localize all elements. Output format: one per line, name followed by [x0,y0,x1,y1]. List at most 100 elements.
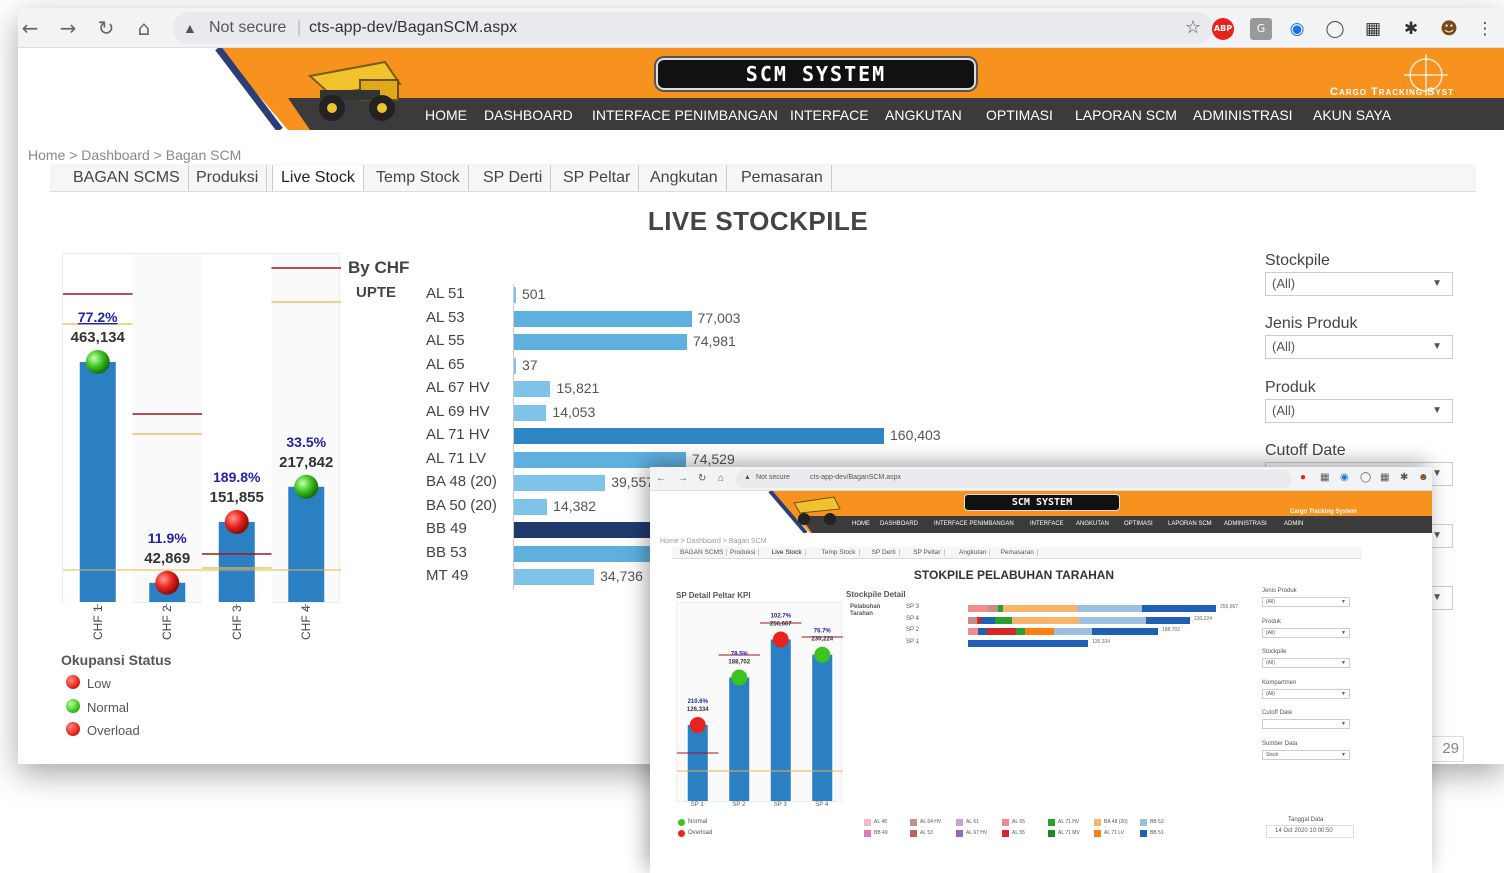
overlay-toolbar: ← → ↻ ⌂ ▲ Not secure cts-app-dev/BaganSC… [650,467,1432,491]
bar-mark [514,428,884,444]
overlay-menu-home[interactable]: HOME [852,521,870,527]
overlay-back-icon[interactable]: ← [656,473,666,484]
bar-category-label: AL 53 [426,308,465,326]
overlay-menu-interface-penimbangan[interactable]: INTERFACE PENIMBANGAN [934,521,1014,527]
overlay-tab[interactable]: SP Peltar [913,549,945,556]
overlay-adblock-icon[interactable]: ● [1300,472,1306,483]
kpi-status-dot [689,717,706,733]
overlay-tab[interactable]: Temp Stock [822,549,860,556]
bar-value-label: 77,003 [697,309,741,326]
overlay-filter-select[interactable]: (All) ▼ [1262,597,1350,607]
overlay-filter-label: Produk [1262,618,1282,625]
overlay-menu-administrasi[interactable]: ADMINISTRASI [1224,521,1267,527]
chevron-down-icon: ▼ [1341,599,1346,605]
bar-category-label: BB 53 [426,543,467,561]
overlay-filter-select[interactable]: (All) ▼ [1262,627,1350,638]
overlay-menu-angkutan[interactable]: ANGKUTAN [1076,521,1109,527]
overlay-menu-dashboard[interactable]: DASHBOARD [880,521,918,527]
overlay-tab[interactable]: Produksi [730,549,760,556]
detail-bar-segment [987,628,1016,635]
product-legend-label: AL 64 HV [920,819,942,825]
overlay-grid-icon[interactable]: ▦ [1380,472,1389,483]
bar-category-label: AL 65 [426,355,465,373]
overlay-extension-icon[interactable]: ▦ [1320,472,1329,483]
product-legend-label: AL 55 [1012,830,1025,836]
product-legend-label: BB 51 [1150,830,1164,836]
bar-mark [514,569,595,585]
product-legend-swatch [864,819,871,826]
overlay-ring-icon[interactable]: ◯ [1360,472,1371,483]
overlay-forward-icon[interactable]: → [678,473,688,484]
overlay-circle-icon[interactable]: ◉ [1340,472,1349,483]
detail-bar-segment [987,605,998,612]
overlay-menu-laporan-scm[interactable]: LAPORAN SCM [1168,521,1212,527]
kpi-value-label: 188,702 [728,660,750,666]
overlay-tab[interactable]: Angkutan [959,549,991,556]
overlay-menu-admin[interactable]: ADMIN [1284,521,1303,527]
overlay-filter-select[interactable]: ▼ [1262,719,1350,729]
product-legend-swatch [864,830,871,837]
overlay-tab[interactable]: Live Stock [772,549,806,556]
overlay-home-icon[interactable]: ⌂ [718,473,724,484]
chf-tick-label: CHF 4 [299,605,314,640]
kpi-pct-label: 210.6% [688,699,709,705]
chevron-down-icon: ▼ [1432,530,1442,541]
filter-stockpile-label: Stockpile [1265,252,1330,269]
chf-tick-label: CHF 3 [229,605,244,640]
kpi-value-label: 126,334 [687,707,709,713]
filter-jenis-produk-value: (All) [1272,339,1296,354]
filter-cutoff-date-label: Cutoff Date [1265,442,1346,459]
detail-bar-segment [1079,616,1146,624]
overlay-breadcrumb[interactable]: Home > Dashboard > Bagan SCM [660,538,767,545]
product-legend-label: AL 67 HV [966,830,988,836]
overlay-date-box: 14 Oct 2020 10:00:50 [1266,825,1354,838]
bar-category-label: AL 55 [426,332,465,349]
bar-value-label: 39,557 [611,474,655,490]
product-legend-swatch [1002,819,1009,826]
kpi-pct-label: 76.7% [814,629,832,635]
overlay-filter-select[interactable]: (All) ▼ [1262,658,1350,668]
filter-jenis-produk-select[interactable]: (All) ▼ [1265,335,1453,359]
product-legend-swatch [1048,830,1055,837]
overlay-page-title: STOKPILE PELABUHAN TARAHAN [913,568,1115,582]
overlay-reload-icon[interactable]: ↻ [698,473,706,484]
overlay-filter-select[interactable]: Stock ▼ [1262,749,1350,760]
overlay-filter-value: (All) [1266,629,1275,636]
overlay-puzzle-icon[interactable]: ✱ [1400,472,1408,483]
overlay-filter-value: (All) [1266,660,1275,666]
bar-value-label: 74,981 [692,333,736,349]
detail-row-total: 126,334 [1092,638,1111,645]
kpi-bar [812,654,833,801]
overlay-avatar[interactable]: ☻ [1418,472,1429,483]
bar-category-label: BB 49 [426,520,467,537]
kpi-pct-label: 78.5% [731,652,749,658]
kpi-tick-label: SP 1 [690,802,704,808]
detail-bar-segment [968,605,988,612]
overlay-filter-select[interactable]: (All) ▼ [1262,688,1350,699]
detail-row-label: SP 2 [906,627,919,633]
overlay-tab[interactable]: BAGAN SCMS [680,549,728,556]
bar-value-label: 74,529 [691,450,735,467]
detail-bar-segment [968,639,1088,647]
overlay-filter-value: Stock [1266,751,1279,758]
overlay-menu-interface[interactable]: INTERFACE [1030,521,1064,527]
overlay-filter-value: (All) [1266,690,1275,697]
overlay-tab[interactable]: Pemasaran [1001,549,1038,556]
bar-value-label: 14,382 [553,497,596,514]
chf-tick-mark [96,604,98,610]
product-legend-swatch [956,819,963,826]
overlay-filter-label: Sumber Data [1262,740,1298,747]
filter-jenis-produk-label: Jenis Produk [1265,315,1358,332]
overlay-warning-icon: ▲ [744,474,751,481]
filter-produk-value: (All) [1272,403,1296,418]
overlay-detail-title: Stockpile Detail [846,590,906,599]
overlay-tab[interactable]: SP Derti [872,549,900,556]
overlay-menu-optimasi[interactable]: OPTIMASI [1124,521,1153,527]
product-legend-label: AL 71 MV [1058,830,1080,836]
chf-tick-label: CHF 1 [90,605,105,640]
filter-produk-select[interactable]: (All) ▼ [1265,399,1453,423]
detail-bar-segment [1053,628,1092,635]
overlay-browser-window: ← → ↻ ⌂ ▲ Not secure cts-app-dev/BaganSC… [650,467,1432,873]
overlay-address-bar[interactable]: ▲ Not secure cts-app-dev/BaganSCM.aspx [736,470,1292,488]
filter-stockpile-select[interactable]: (All) ▼ [1265,272,1453,296]
